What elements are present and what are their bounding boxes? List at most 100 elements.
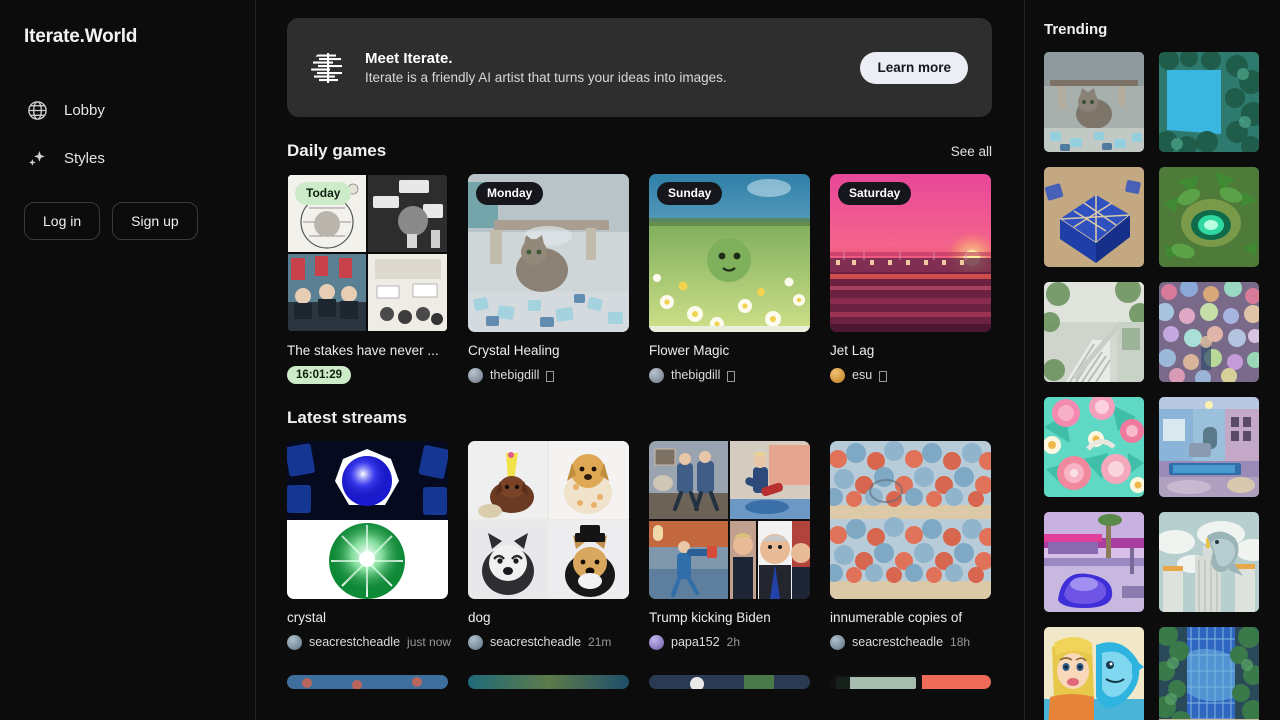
- daily-game-user[interactable]: thebigdill: [490, 368, 539, 382]
- stream-user[interactable]: papa152: [671, 635, 720, 649]
- avatar: [287, 635, 302, 650]
- trending-item[interactable]: [1044, 627, 1144, 720]
- stream-thumbnail[interactable]: [468, 675, 629, 689]
- auth-buttons: Log in Sign up: [24, 202, 231, 240]
- daily-game-card[interactable]: Saturday Jet Lag esu: [830, 174, 991, 384]
- daily-game-user[interactable]: esu: [852, 368, 872, 382]
- stream-title: innumerable copies of: [830, 610, 991, 625]
- daily-game-meta: thebigdill: [468, 366, 629, 384]
- trending-item[interactable]: [1159, 397, 1259, 497]
- trending-item[interactable]: [1159, 167, 1259, 267]
- missing-glyph-icon: [879, 371, 887, 382]
- trending-item[interactable]: [1044, 512, 1144, 612]
- trending-item[interactable]: [1159, 512, 1259, 612]
- stream-card[interactable]: [287, 675, 448, 689]
- stream-card[interactable]: Trump kicking Biden papa152 2h: [649, 441, 810, 651]
- trending-item[interactable]: [1044, 282, 1144, 382]
- stream-card[interactable]: innumerable copies of seacrestcheadle 18…: [830, 441, 991, 651]
- stream-title: dog: [468, 610, 629, 625]
- latest-streams-title: Latest streams: [287, 408, 407, 428]
- stream-card[interactable]: [468, 675, 629, 689]
- avatar: [468, 368, 483, 383]
- daily-games-see-all[interactable]: See all: [951, 144, 992, 159]
- stream-thumbnail[interactable]: [649, 675, 810, 689]
- promo-banner: Meet Iterate. Iterate is a friendly AI a…: [287, 18, 992, 117]
- stream-thumbnail[interactable]: [830, 441, 991, 599]
- avatar: [649, 635, 664, 650]
- daily-game-badge: Saturday: [838, 182, 911, 205]
- trending-item[interactable]: [1044, 397, 1144, 497]
- stream-title: Trump kicking Biden: [649, 610, 810, 625]
- daily-game-thumbnail[interactable]: Monday: [468, 174, 629, 332]
- stream-thumbnail[interactable]: [649, 441, 810, 599]
- daily-games-title: Daily games: [287, 141, 386, 161]
- stream-thumbnail[interactable]: [287, 441, 448, 599]
- stream-meta: papa152 2h: [649, 633, 810, 651]
- daily-game-title: Jet Lag: [830, 343, 991, 358]
- banner-title: Meet Iterate.: [365, 50, 842, 67]
- missing-glyph-icon: [727, 371, 735, 382]
- stream-time: 21m: [588, 635, 611, 649]
- stream-user[interactable]: seacrestcheadle: [852, 635, 943, 649]
- main-content: Meet Iterate. Iterate is a friendly AI a…: [256, 0, 1025, 720]
- daily-game-meta: esu: [830, 366, 991, 384]
- stream-card[interactable]: [830, 675, 991, 689]
- sparkles-icon: [24, 145, 50, 171]
- stream-card[interactable]: [649, 675, 810, 689]
- stream-time: just now: [407, 635, 451, 649]
- banner-text-block: Meet Iterate. Iterate is a friendly AI a…: [365, 50, 842, 85]
- daily-game-thumbnail[interactable]: Today: [287, 174, 448, 332]
- avatar: [830, 635, 845, 650]
- latest-streams-row: crystal seacrestcheadle just now: [287, 441, 992, 651]
- daily-game-title: The stakes have never ...: [287, 343, 448, 358]
- stream-thumbnail[interactable]: [830, 675, 991, 689]
- stream-meta: seacrestcheadle just now: [287, 633, 448, 651]
- avatar: [468, 635, 483, 650]
- daily-game-thumbnail[interactable]: Sunday: [649, 174, 810, 332]
- stream-card[interactable]: dog seacrestcheadle 21m: [468, 441, 629, 651]
- trending-item[interactable]: [1044, 167, 1144, 267]
- banner-subtitle: Iterate is a friendly AI artist that tur…: [365, 70, 842, 85]
- avatar: [830, 368, 845, 383]
- stream-thumbnail[interactable]: [287, 675, 448, 689]
- daily-games-header: Daily games See all: [287, 141, 992, 161]
- login-button[interactable]: Log in: [24, 202, 100, 240]
- daily-game-thumbnail[interactable]: Saturday: [830, 174, 991, 332]
- trending-grid: [1044, 52, 1260, 720]
- daily-game-card[interactable]: Monday Crystal Healing thebigdill: [468, 174, 629, 384]
- trending-item[interactable]: [1044, 52, 1144, 152]
- signup-button[interactable]: Sign up: [112, 202, 197, 240]
- stream-time: 18h: [950, 635, 970, 649]
- countdown-timer: 16:01:29: [287, 366, 351, 384]
- daily-game-meta: thebigdill: [649, 366, 810, 384]
- brand-logo[interactable]: Iterate.World: [24, 26, 231, 48]
- trending-item[interactable]: [1159, 52, 1259, 152]
- stream-thumbnail[interactable]: [468, 441, 629, 599]
- globe-icon: [24, 97, 50, 123]
- sidebar-item-lobby-label: Lobby: [64, 102, 105, 119]
- stream-meta: seacrestcheadle 18h: [830, 633, 991, 651]
- daily-game-user[interactable]: thebigdill: [671, 368, 720, 382]
- trending-panel: Trending: [1025, 0, 1280, 720]
- learn-more-button[interactable]: Learn more: [860, 52, 968, 84]
- trending-item[interactable]: [1159, 282, 1259, 382]
- daily-game-badge: Sunday: [657, 182, 722, 205]
- daily-game-card[interactable]: Sunday Flower Magic thebigdill: [649, 174, 810, 384]
- stream-user[interactable]: seacrestcheadle: [309, 635, 400, 649]
- daily-games-row: Today The stakes have never ... 16:01:29: [287, 174, 992, 384]
- stream-title: crystal: [287, 610, 448, 625]
- stream-user[interactable]: seacrestcheadle: [490, 635, 581, 649]
- stream-meta: seacrestcheadle 21m: [468, 633, 629, 651]
- stream-card[interactable]: crystal seacrestcheadle just now: [287, 441, 448, 651]
- left-sidebar: Iterate.World Lobby Styles Log in: [0, 0, 256, 720]
- daily-game-badge: Monday: [476, 182, 543, 205]
- sidebar-item-lobby[interactable]: Lobby: [24, 90, 231, 130]
- latest-streams-header: Latest streams: [287, 408, 992, 428]
- trending-item[interactable]: [1159, 627, 1259, 720]
- stream-time: 2h: [727, 635, 740, 649]
- daily-game-meta: 16:01:29: [287, 366, 448, 384]
- daily-game-card[interactable]: Today The stakes have never ... 16:01:29: [287, 174, 448, 384]
- avatar: [649, 368, 664, 383]
- sidebar-item-styles[interactable]: Styles: [24, 138, 231, 178]
- trending-title: Trending: [1044, 21, 1260, 38]
